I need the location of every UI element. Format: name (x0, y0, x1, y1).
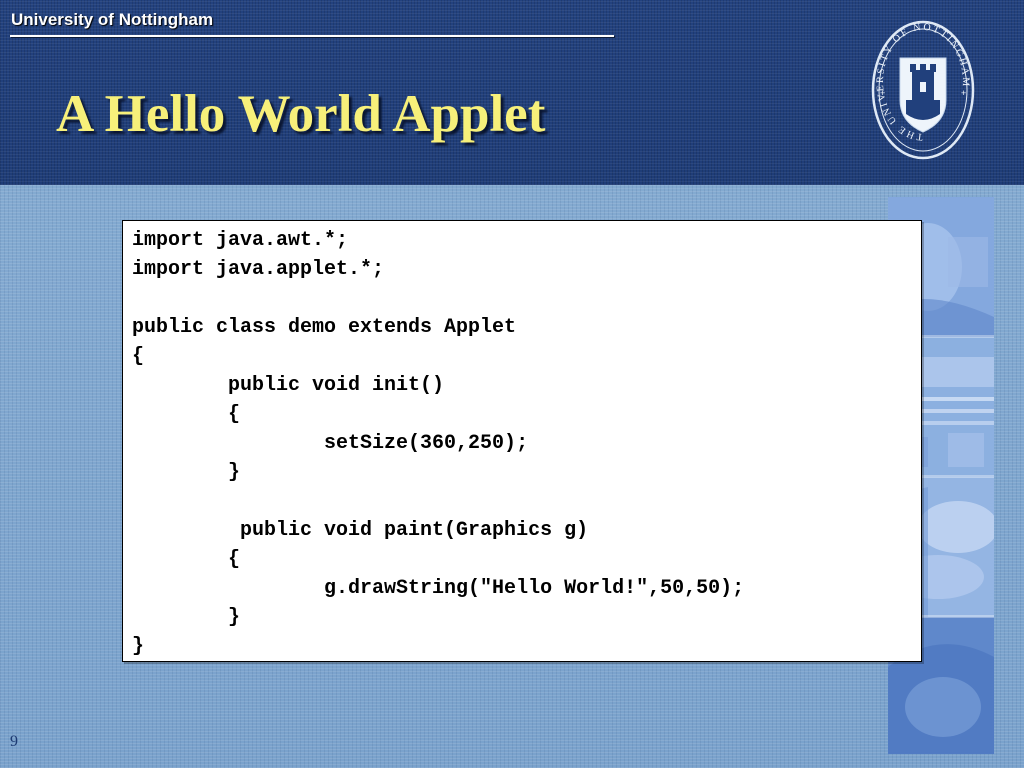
slide-title: A Hello World Applet (56, 85, 546, 143)
code-line: } (132, 461, 241, 484)
slide: University of Nottingham A Hello World A… (0, 0, 1024, 768)
code-block: import java.awt.*; import java.applet.*;… (132, 226, 744, 661)
code-line: public void init() (132, 374, 445, 397)
university-name: University of Nottingham (11, 10, 214, 29)
code-line: import java.awt.*; (132, 229, 349, 252)
header-divider (10, 35, 614, 37)
code-line: setSize(360,250); (132, 432, 529, 455)
code-line: import java.applet.*; (132, 258, 385, 281)
svg-text:+: + (880, 88, 885, 98)
code-line: public class demo extends Applet (132, 316, 517, 339)
code-line: { (132, 403, 241, 426)
code-line: { (132, 548, 241, 571)
university-crest-icon: THE UNIVERSITY OF NOTTINGHAM + + (871, 20, 975, 160)
code-line: g.drawString("Hello World!",50,50); (132, 577, 745, 600)
code-line: } (132, 606, 241, 629)
code-box: import java.awt.*; import java.applet.*;… (122, 220, 922, 662)
code-line: { (132, 345, 145, 368)
svg-text:+: + (961, 88, 966, 98)
page-number: 9 (10, 733, 18, 750)
code-line: } (132, 635, 145, 658)
code-line: public void paint(Graphics g) (132, 519, 589, 542)
